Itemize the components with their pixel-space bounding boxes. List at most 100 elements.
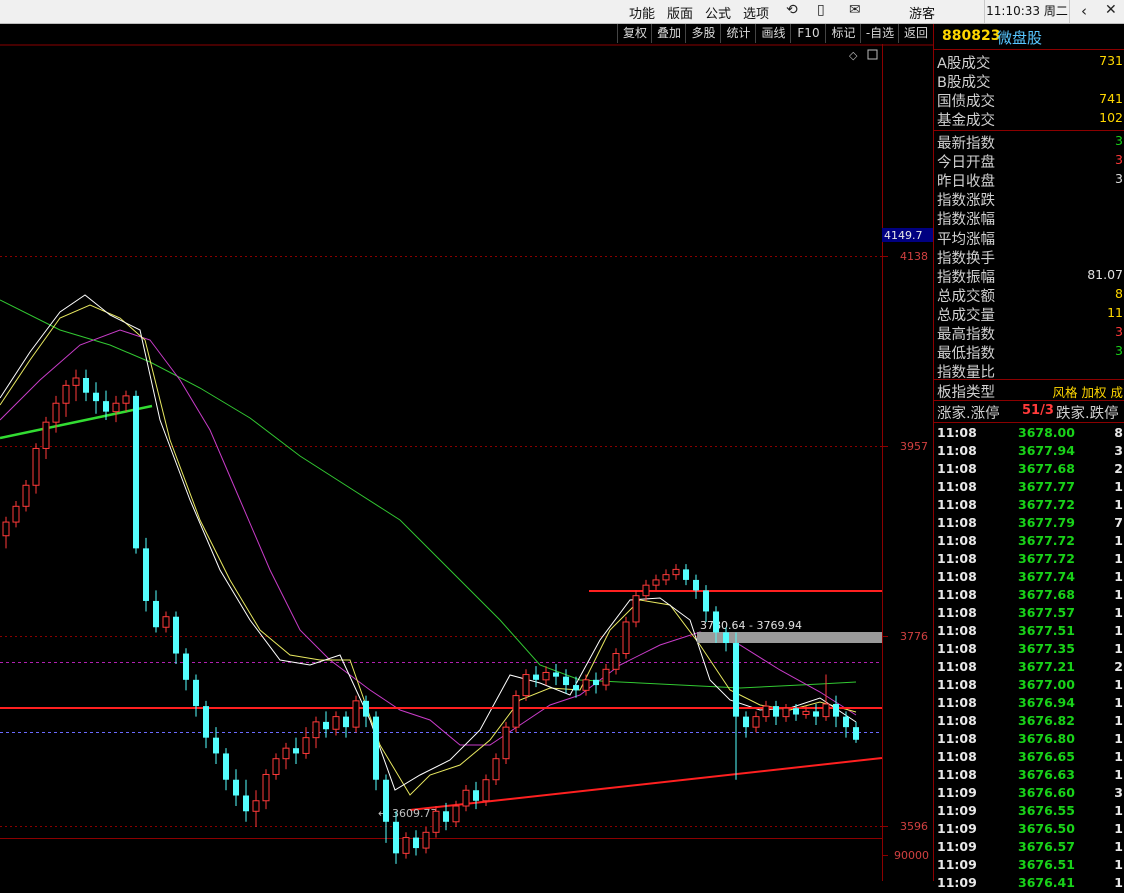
candle-body	[343, 716, 349, 728]
candle-body	[383, 779, 389, 822]
index-stat-row: 指数涨跌	[934, 189, 1124, 210]
ascending-trend-line[interactable]	[409, 757, 883, 811]
candle-body	[793, 708, 799, 715]
candle-body	[492, 758, 500, 781]
candle-body	[452, 805, 460, 823]
tick-price: 3677.72	[1018, 551, 1075, 566]
low-price-label: 3609.77	[392, 807, 438, 820]
board-type-value: 风格 加权 成	[1052, 385, 1123, 400]
close-icon[interactable]: ✕	[1105, 2, 1117, 18]
tick-price: 3677.77	[1018, 479, 1075, 494]
candle-body	[833, 704, 839, 717]
index-stat-row: 昨日收盘 3	[934, 170, 1124, 190]
restore-rights-button[interactable]: 复权	[617, 24, 652, 43]
tick-price: 3677.72	[1018, 497, 1075, 512]
candle-body	[103, 401, 109, 412]
tick-volume: 3	[1114, 785, 1123, 800]
tick-volume: 1	[1114, 713, 1123, 728]
kline-chart[interactable]: 4138 3957 3776 3596 90000 4149.7 ◇ 3780.…	[0, 44, 933, 881]
tick-volume: 1	[1114, 533, 1123, 548]
tick-price: 3676.82	[1018, 713, 1075, 728]
candle-body	[502, 726, 510, 760]
index-stat-row: 总成交量 11	[934, 304, 1124, 324]
index-stat-row: 指数涨幅	[934, 208, 1124, 228]
mark-button[interactable]: 标记	[825, 24, 861, 43]
index-stat-value: 11	[1107, 304, 1123, 320]
candle-body	[672, 568, 680, 576]
f10-button[interactable]: F10	[790, 24, 826, 43]
add-watchlist-button[interactable]: -自选	[860, 24, 899, 43]
tick-volume: 1	[1114, 497, 1123, 512]
multi-stock-button[interactable]: 多股	[685, 24, 721, 43]
user-label[interactable]: 游客	[909, 3, 935, 22]
overlay-button[interactable]: 叠加	[651, 24, 686, 43]
tick-volume: 1	[1114, 803, 1123, 818]
menu-layout[interactable]: 版面	[667, 3, 693, 22]
index-stat-row: 指数量比	[934, 361, 1124, 381]
refresh-icon[interactable]: ⟲	[786, 2, 798, 18]
tick-row: 11:08 3676.63 1	[934, 767, 1124, 785]
candle-body	[612, 653, 620, 670]
index-stat-label: 总成交额	[937, 288, 995, 305]
turnover-stat-row: A股成交 731	[934, 52, 1124, 72]
tick-price: 3676.63	[1018, 767, 1075, 782]
tick-volume: 1	[1114, 587, 1123, 602]
turnover-stat-label: 国债成交	[937, 94, 995, 111]
menu-options[interactable]: 选项	[743, 3, 769, 22]
menu-formula[interactable]: 公式	[705, 3, 731, 22]
tick-time: 11:09	[937, 785, 977, 800]
tick-time: 11:08	[937, 515, 977, 530]
phone-icon[interactable]: ▯	[817, 2, 825, 18]
tick-row: 11:08 3676.80 1	[934, 731, 1124, 749]
candle-body	[352, 700, 360, 728]
top-menu-bar: 功能 版面 公式 选项 ⟲ ▯ ✉ 游客 11:10:33 周二 ‹ ✕	[0, 0, 1124, 24]
index-name: 微盘股	[997, 29, 1043, 47]
tick-price: 3677.35	[1018, 641, 1075, 656]
back-arrow-icon[interactable]: ‹	[1081, 2, 1087, 20]
tick-time: 11:08	[937, 731, 977, 746]
candle-body	[262, 773, 270, 802]
candle-body	[183, 653, 189, 680]
tick-volume: 1	[1114, 695, 1123, 710]
candle-body	[42, 421, 50, 449]
turnover-stat-label: B股成交	[937, 75, 991, 92]
index-stat-value: 3	[1115, 171, 1123, 187]
candle-body	[402, 837, 410, 854]
menu-function[interactable]: 功能	[629, 3, 655, 22]
draw-line-button[interactable]: 画线	[755, 24, 791, 43]
tick-time: 11:08	[937, 479, 977, 494]
index-stat-label: 今日开盘	[937, 155, 995, 172]
tick-row: 11:09 3676.51 1	[934, 857, 1124, 875]
quote-panel: 880823 微盘股 A股成交 731 B股成交 国债成交 741 基金成交 102 最新指…	[933, 24, 1124, 890]
statistics-button[interactable]: 统计	[720, 24, 756, 43]
candle-body	[533, 674, 539, 680]
expand-icon[interactable]	[867, 49, 878, 60]
index-stat-label: 指数涨跌	[937, 193, 995, 210]
tick-volume: 1	[1114, 623, 1123, 638]
tick-row: 11:08 3677.72 1	[934, 497, 1124, 515]
index-stat-row: 平均涨幅	[934, 228, 1124, 248]
diamond-icon[interactable]: ◇	[849, 49, 858, 62]
clock: 11:10:33 周二	[984, 0, 1070, 23]
tick-price: 3677.72	[1018, 533, 1075, 548]
index-stat-value: 3	[1115, 152, 1123, 168]
tick-row: 11:08 3677.51 1	[934, 623, 1124, 641]
tick-time: 11:08	[937, 713, 977, 728]
tick-volume: 1	[1114, 821, 1123, 836]
return-button[interactable]: 返回	[898, 24, 933, 43]
index-stat-label: 平均涨幅	[937, 231, 995, 248]
trend-line-green[interactable]	[0, 404, 153, 440]
ma-short-line	[0, 304, 857, 796]
candle-body	[773, 706, 779, 717]
candle-body	[762, 705, 770, 718]
updown-label-down: 跌家.跌停	[1056, 406, 1119, 422]
tick-row: 11:08 3677.68 2	[934, 461, 1124, 479]
candle-body	[122, 395, 130, 404]
candle-body	[272, 758, 280, 775]
mail-icon[interactable]: ✉	[849, 2, 861, 18]
candle-body	[213, 737, 219, 754]
tick-price: 3676.51	[1018, 857, 1075, 872]
candle-body	[843, 716, 849, 728]
candle-body	[443, 811, 449, 822]
ma-mid-line	[0, 329, 857, 746]
